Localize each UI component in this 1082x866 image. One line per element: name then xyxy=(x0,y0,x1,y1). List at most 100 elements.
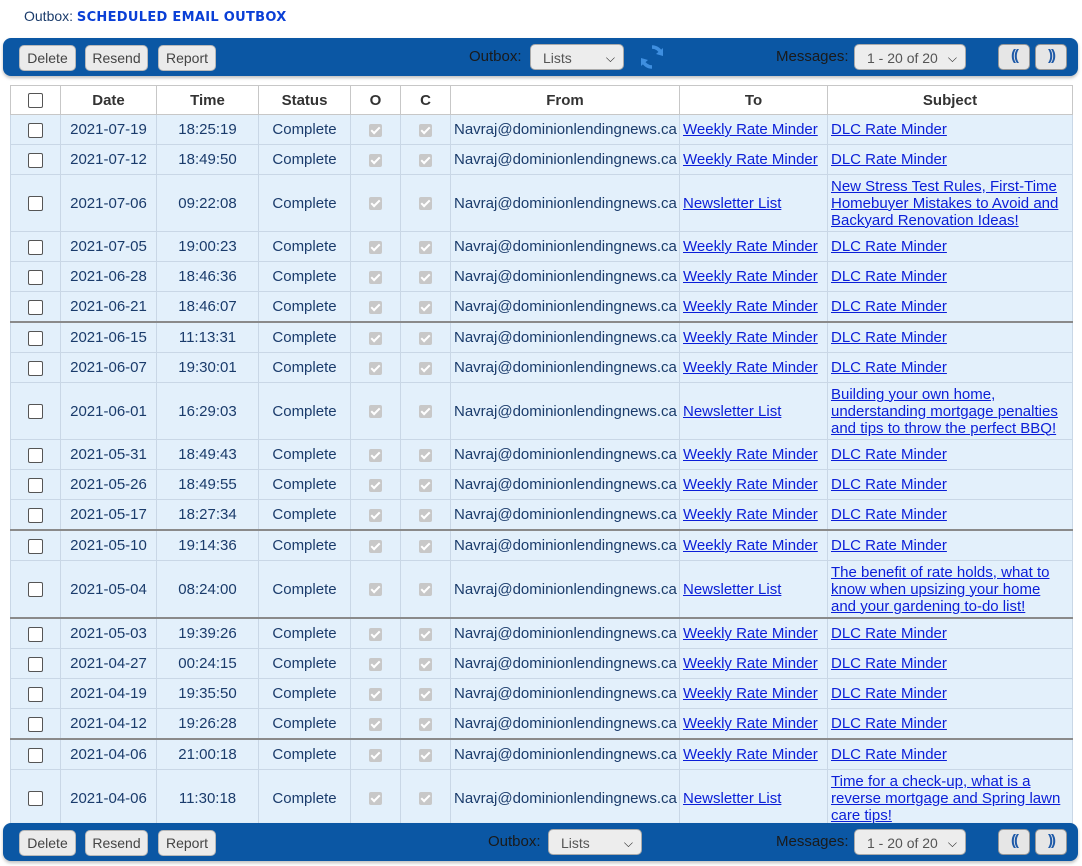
date-cell: 2021-05-03 xyxy=(60,617,157,649)
clicked-cell xyxy=(400,738,451,770)
recipient-list-link[interactable]: Weekly Rate Minder xyxy=(683,537,818,554)
subject-link[interactable]: DLC Rate Minder xyxy=(831,329,947,346)
subject-link[interactable]: The benefit of rate holds, what to know … xyxy=(831,564,1049,615)
recipient-list-link[interactable]: Weekly Rate Minder xyxy=(683,268,818,285)
row-select-checkbox[interactable] xyxy=(28,404,43,420)
row-select-checkbox[interactable] xyxy=(28,656,43,672)
column-header-from[interactable]: From xyxy=(450,85,680,115)
messages-select[interactable]: 1 - 20 of 20 ⌵ xyxy=(854,44,966,70)
subject-link[interactable]: DLC Rate Minder xyxy=(831,298,947,315)
subject-link[interactable]: DLC Rate Minder xyxy=(831,446,947,463)
status-cell: Complete xyxy=(258,678,351,709)
subject-link[interactable]: DLC Rate Minder xyxy=(831,746,947,763)
row-select-checkbox[interactable] xyxy=(28,538,43,554)
recipient-list-link[interactable]: Weekly Rate Minder xyxy=(683,121,818,138)
row-select-checkbox[interactable] xyxy=(28,269,43,285)
row-select-checkbox[interactable] xyxy=(28,360,43,376)
recipient-list-link[interactable]: Weekly Rate Minder xyxy=(683,151,818,168)
row-select-checkbox[interactable] xyxy=(28,791,43,807)
subject-link[interactable]: DLC Rate Minder xyxy=(831,151,947,168)
row-select-checkbox[interactable] xyxy=(28,582,43,598)
column-header-date[interactable]: Date xyxy=(60,85,157,115)
recipient-list-link[interactable]: Newsletter List xyxy=(683,195,781,212)
column-header-time[interactable]: Time xyxy=(156,85,259,115)
prev-page-button[interactable]: (( xyxy=(998,829,1030,855)
recipient-list-link[interactable]: Weekly Rate Minder xyxy=(683,359,818,376)
delete-button[interactable]: Delete xyxy=(19,830,76,856)
to-cell: Weekly Rate Minder xyxy=(679,738,828,770)
row-select-checkbox[interactable] xyxy=(28,330,43,346)
column-header-c[interactable]: C xyxy=(400,85,451,115)
select-all-checkbox[interactable] xyxy=(28,93,43,109)
recipient-list-link[interactable]: Newsletter List xyxy=(683,790,781,807)
recipient-list-link[interactable]: Weekly Rate Minder xyxy=(683,446,818,463)
column-header-o[interactable]: O xyxy=(350,85,401,115)
resend-button[interactable]: Resend xyxy=(85,830,148,856)
messages-select[interactable]: 1 - 20 of 20 ⌵ xyxy=(854,829,966,855)
row-select-checkbox[interactable] xyxy=(28,239,43,255)
recipient-list-link[interactable]: Newsletter List xyxy=(683,581,781,598)
time-cell: 19:26:28 xyxy=(156,708,259,740)
prev-page-button[interactable]: (( xyxy=(998,44,1030,70)
report-button[interactable]: Report xyxy=(158,45,216,71)
outbox-select[interactable]: Lists ⌵ xyxy=(530,44,624,70)
opened-cell xyxy=(350,144,401,175)
refresh-icon[interactable] xyxy=(639,44,665,70)
subject-link[interactable]: DLC Rate Minder xyxy=(831,476,947,493)
subject-link[interactable]: DLC Rate Minder xyxy=(831,121,947,138)
outbox-select[interactable]: Lists ⌵ xyxy=(548,829,642,855)
status-cell: Complete xyxy=(258,738,351,770)
subject-link[interactable]: New Stress Test Rules, First-Time Homebu… xyxy=(831,178,1058,229)
subject-link[interactable]: DLC Rate Minder xyxy=(831,655,947,672)
row-select-checkbox[interactable] xyxy=(28,447,43,463)
subject-link[interactable]: DLC Rate Minder xyxy=(831,537,947,554)
subject-link[interactable]: DLC Rate Minder xyxy=(831,268,947,285)
clicked-checkbox xyxy=(419,270,432,284)
next-page-button[interactable]: )) xyxy=(1035,44,1067,70)
clicked-checkbox xyxy=(419,197,432,211)
recipient-list-link[interactable]: Weekly Rate Minder xyxy=(683,238,818,255)
subject-link[interactable]: DLC Rate Minder xyxy=(831,685,947,702)
column-header-to[interactable]: To xyxy=(679,85,828,115)
recipient-list-link[interactable]: Weekly Rate Minder xyxy=(683,476,818,493)
row-select-checkbox[interactable] xyxy=(28,196,43,212)
recipient-list-link[interactable]: Weekly Rate Minder xyxy=(683,329,818,346)
date-cell: 2021-05-26 xyxy=(60,469,157,500)
recipient-list-link[interactable]: Weekly Rate Minder xyxy=(683,506,818,523)
recipient-list-link[interactable]: Weekly Rate Minder xyxy=(683,655,818,672)
row-select-checkbox[interactable] xyxy=(28,626,43,642)
recipient-list-link[interactable]: Newsletter List xyxy=(683,403,781,420)
subject-link[interactable]: DLC Rate Minder xyxy=(831,359,947,376)
column-header-status[interactable]: Status xyxy=(258,85,351,115)
next-page-button[interactable]: )) xyxy=(1035,829,1067,855)
row-select-checkbox[interactable] xyxy=(28,747,43,763)
subject-link[interactable]: DLC Rate Minder xyxy=(831,715,947,732)
subject-link[interactable]: DLC Rate Minder xyxy=(831,506,947,523)
row-select-checkbox[interactable] xyxy=(28,686,43,702)
row-select-checkbox[interactable] xyxy=(28,152,43,168)
row-select-checkbox[interactable] xyxy=(28,716,43,732)
subject-link[interactable]: DLC Rate Minder xyxy=(831,625,947,642)
resend-button[interactable]: Resend xyxy=(85,45,148,71)
row-select-checkbox[interactable] xyxy=(28,122,43,138)
subject-link[interactable]: DLC Rate Minder xyxy=(831,238,947,255)
from-cell: Navraj@dominionlendingnews.ca xyxy=(450,648,680,679)
recipient-list-link[interactable]: Weekly Rate Minder xyxy=(683,746,818,763)
row-select-cell xyxy=(10,738,61,770)
row-select-checkbox[interactable] xyxy=(28,477,43,493)
clicked-checkbox xyxy=(419,627,432,641)
outbox-title-label: Outbox: xyxy=(24,8,74,24)
subject-link[interactable]: Building your own home, understanding mo… xyxy=(831,386,1058,437)
column-header-subject[interactable]: Subject xyxy=(827,85,1073,115)
row-select-checkbox[interactable] xyxy=(28,507,43,523)
delete-button[interactable]: Delete xyxy=(19,45,76,71)
table-row: 2021-07-12 18:49:50 Complete Navraj@dominio… xyxy=(10,144,1073,175)
recipient-list-link[interactable]: Weekly Rate Minder xyxy=(683,685,818,702)
subject-link[interactable]: Time for a check-up, what is a reverse m… xyxy=(831,773,1060,824)
recipient-list-link[interactable]: Weekly Rate Minder xyxy=(683,715,818,732)
report-button[interactable]: Report xyxy=(158,830,216,856)
row-select-checkbox[interactable] xyxy=(28,299,43,315)
recipient-list-link[interactable]: Weekly Rate Minder xyxy=(683,298,818,315)
recipient-list-link[interactable]: Weekly Rate Minder xyxy=(683,625,818,642)
to-cell: Weekly Rate Minder xyxy=(679,231,828,262)
